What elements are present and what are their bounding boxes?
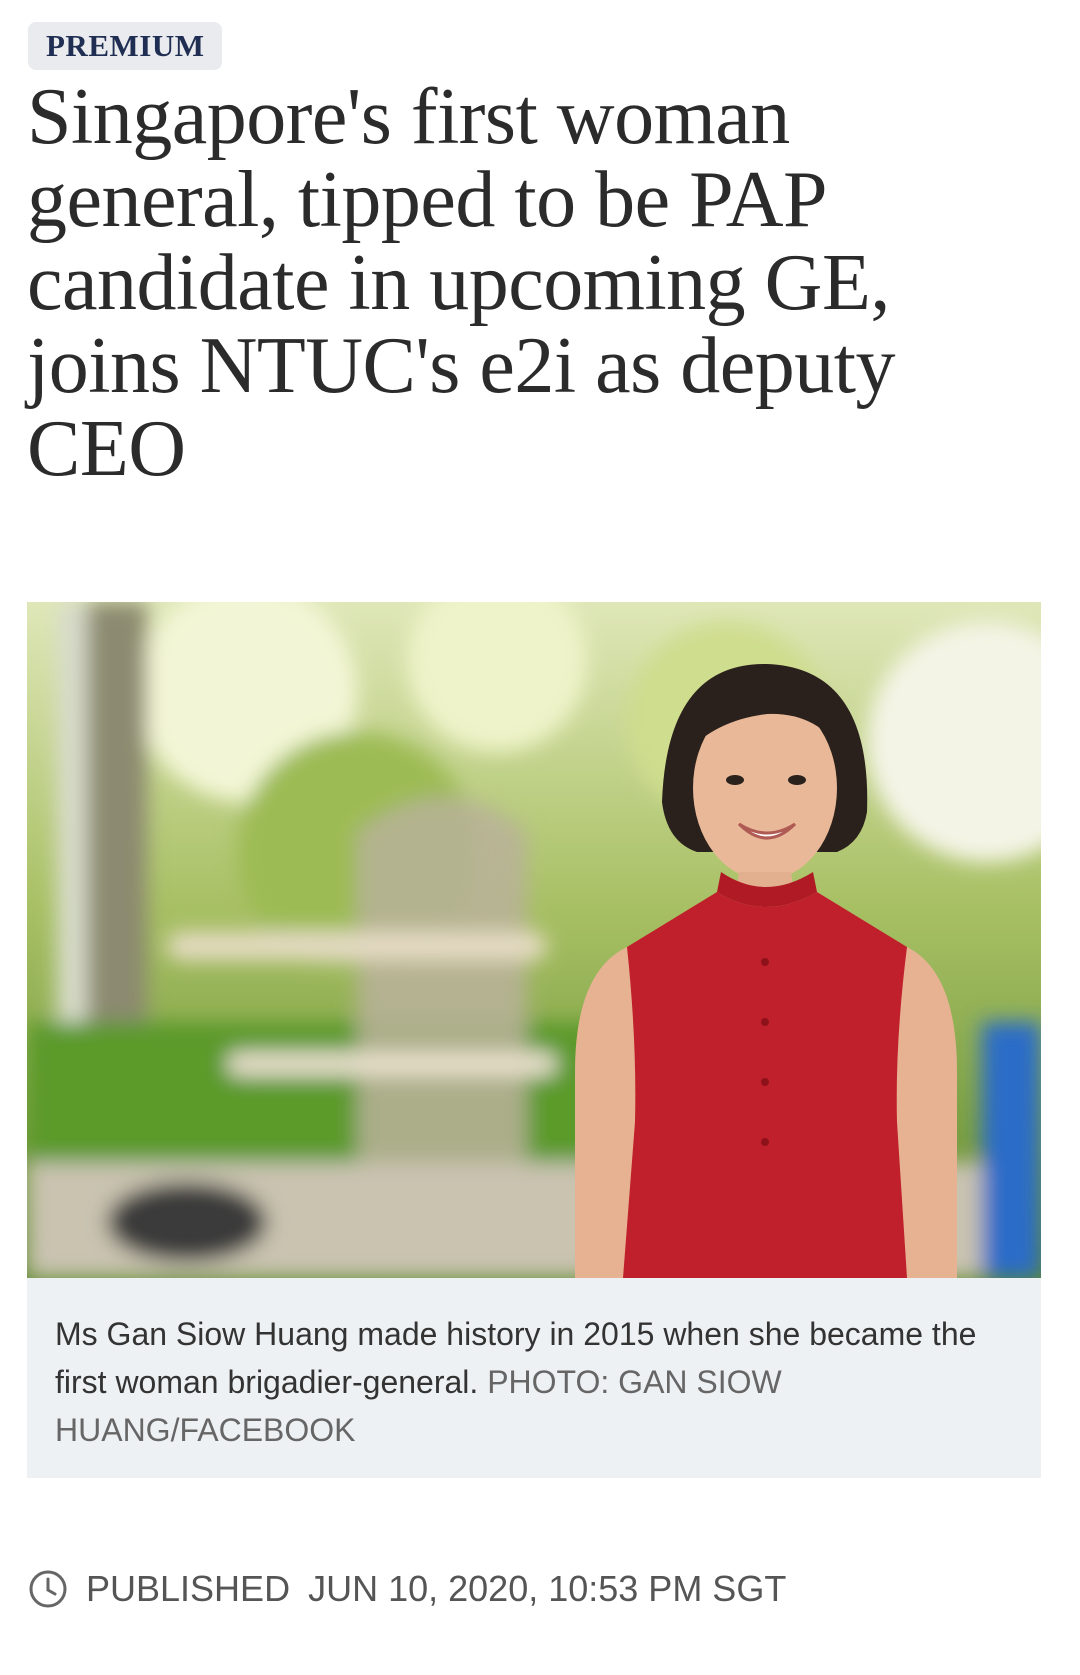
- premium-badge: PREMIUM: [28, 22, 223, 70]
- article-headline: Singapore's first woman general, tipped …: [27, 73, 896, 493]
- published-label: PUBLISHED: [86, 1568, 291, 1609]
- photo-illustration: [27, 602, 1041, 1278]
- published-datetime: JUN 10, 2020, 10:53 PM SGT: [308, 1568, 787, 1609]
- published-timestamp: PUBLISHED JUN 10, 2020, 10:53 PM SGT: [28, 1568, 786, 1610]
- photo-caption: Ms Gan Siow Huang made history in 2015 w…: [27, 1278, 1041, 1478]
- clock-icon: [29, 1570, 67, 1608]
- article-photo[interactable]: [27, 602, 1041, 1278]
